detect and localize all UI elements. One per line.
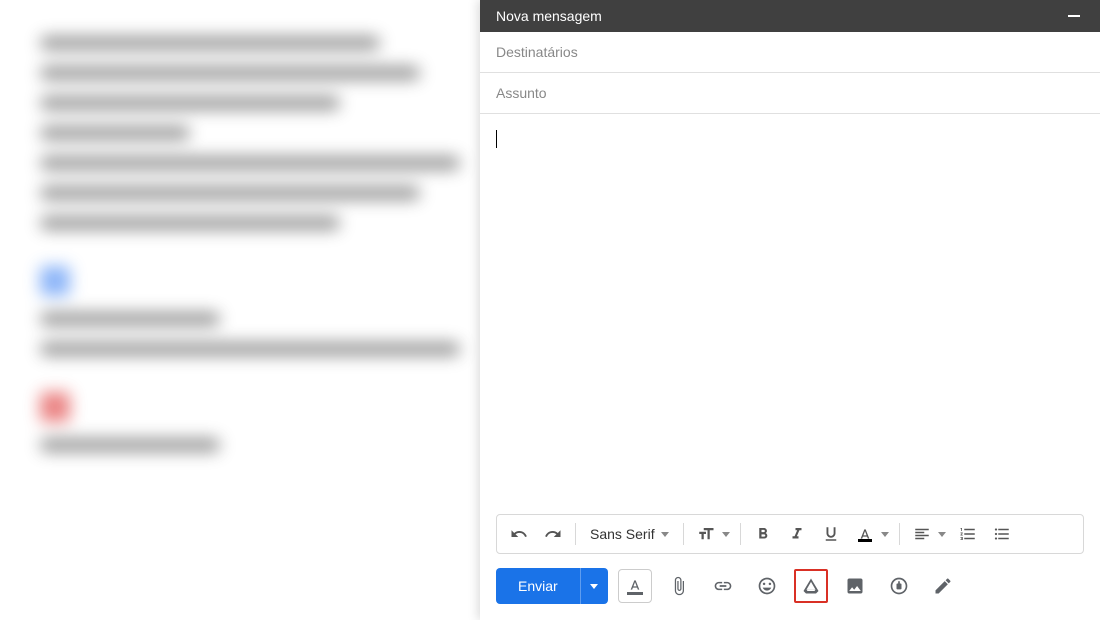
compose-title: Nova mensagem — [496, 8, 602, 24]
subject-input[interactable] — [496, 85, 1084, 101]
insert-emoji-button[interactable] — [750, 569, 784, 603]
align-button[interactable] — [906, 518, 938, 550]
compose-actions-bar: Enviar — [480, 568, 1100, 620]
confidential-icon — [889, 576, 909, 596]
recipients-field[interactable] — [480, 32, 1100, 73]
compose-header[interactable]: Nova mensagem — [480, 0, 1100, 32]
font-family-label: Sans Serif — [590, 526, 655, 542]
minimize-icon — [1068, 15, 1080, 17]
font-family-select[interactable]: Sans Serif — [582, 518, 677, 550]
attach-button[interactable] — [662, 569, 696, 603]
bold-button[interactable] — [747, 518, 779, 550]
align-left-icon — [913, 525, 931, 543]
compose-window: Nova mensagem Sans Serif — [480, 0, 1100, 620]
chevron-down-icon — [590, 584, 598, 589]
formatting-options-button[interactable] — [618, 569, 652, 603]
underline-icon — [822, 525, 840, 543]
italic-icon — [788, 525, 806, 543]
color-swatch — [858, 539, 872, 542]
undo-button[interactable] — [503, 518, 535, 550]
drive-icon — [801, 576, 821, 596]
background-blurred-content — [0, 0, 480, 620]
font-size-button[interactable] — [690, 518, 722, 550]
chevron-down-icon — [722, 532, 730, 537]
recipients-input[interactable] — [496, 44, 1084, 60]
emoji-icon — [757, 576, 777, 596]
paperclip-icon — [669, 576, 689, 596]
underline-button[interactable] — [815, 518, 847, 550]
photo-icon — [845, 576, 865, 596]
subject-field[interactable] — [480, 73, 1100, 114]
formatting-toolbar: Sans Serif — [496, 514, 1084, 554]
font-size-icon — [697, 525, 715, 543]
pen-icon — [933, 576, 953, 596]
send-options-button[interactable] — [580, 568, 608, 604]
numbered-list-button[interactable] — [952, 518, 984, 550]
compose-body[interactable] — [480, 114, 1100, 514]
insert-photo-button[interactable] — [838, 569, 872, 603]
bulleted-list-button[interactable] — [986, 518, 1018, 550]
bold-icon — [754, 525, 772, 543]
link-icon — [713, 576, 733, 596]
text-color-button[interactable] — [849, 518, 881, 550]
confidential-mode-button[interactable] — [882, 569, 916, 603]
chevron-down-icon — [881, 532, 889, 537]
bulleted-list-icon — [993, 525, 1011, 543]
send-button[interactable]: Enviar — [496, 568, 580, 604]
text-cursor — [496, 130, 497, 148]
insert-signature-button[interactable] — [926, 569, 960, 603]
redo-button[interactable] — [537, 518, 569, 550]
italic-button[interactable] — [781, 518, 813, 550]
formatting-options-icon — [627, 578, 643, 592]
insert-link-button[interactable] — [706, 569, 740, 603]
chevron-down-icon — [661, 532, 669, 537]
chevron-down-icon — [938, 532, 946, 537]
color-swatch — [627, 592, 643, 595]
numbered-list-icon — [959, 525, 977, 543]
minimize-button[interactable] — [1064, 11, 1084, 21]
undo-icon — [510, 525, 528, 543]
send-button-group: Enviar — [496, 568, 608, 604]
insert-drive-button[interactable] — [794, 569, 828, 603]
redo-icon — [544, 525, 562, 543]
